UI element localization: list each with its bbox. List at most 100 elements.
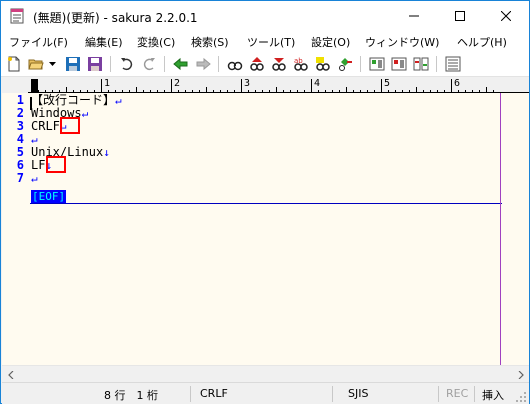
line-content: Unix/Linux [31, 145, 104, 159]
resize-grip-icon[interactable] [515, 391, 527, 403]
menu-convert[interactable]: 変換(C) [137, 34, 175, 50]
toolbar-separator [164, 56, 165, 72]
title-bar[interactable]: (無題)(更新) - sakura 2.2.0.1 [1, 1, 529, 31]
line-content: CRLF [31, 119, 60, 133]
ruler-label: 2 [174, 78, 181, 89]
horizontal-scrollbar[interactable] [2, 365, 529, 382]
line-number: 6 [16, 158, 24, 172]
line-content: 【改行コード】 [31, 93, 116, 107]
outline-button[interactable] [389, 54, 409, 74]
window-list-button[interactable] [443, 54, 463, 74]
status-rec: REC [446, 387, 469, 400]
ruler-ticks [28, 79, 529, 93]
save-icon [66, 57, 80, 71]
close-icon [501, 11, 511, 21]
line-number: 4 [16, 132, 24, 146]
jump-forward-button[interactable] [193, 54, 213, 74]
newline-mark: ↵ [81, 107, 89, 120]
menu-window[interactable]: ウィンドウ(W) [365, 34, 439, 50]
toolbar-separator [110, 56, 111, 72]
save-button[interactable] [63, 54, 83, 74]
line-number: 3 [16, 119, 24, 133]
jump-forward-icon [196, 57, 211, 71]
minimize-icon [409, 15, 419, 17]
redo-icon [143, 58, 155, 71]
grep-button[interactable] [335, 54, 355, 74]
newline-mark: ↵ [31, 172, 38, 185]
status-encoding: SJIS [348, 387, 369, 400]
menu-help[interactable]: ヘルプ(H) [457, 34, 507, 50]
tag-jump-button[interactable] [367, 54, 387, 74]
jump-back-button[interactable] [171, 54, 191, 74]
replace-button[interactable]: ab [291, 54, 311, 74]
ruler-label: 1 [104, 78, 111, 89]
mark-button[interactable] [313, 54, 333, 74]
scroll-left-button[interactable] [2, 366, 19, 383]
outline-icon [391, 57, 407, 71]
app-window: (無題)(更新) - sakura 2.2.0.1 ファイル(F) 編集(E) … [0, 0, 530, 404]
window-title: (無題)(更新) - sakura 2.2.0.1 [33, 11, 198, 25]
ruler-label: 6 [454, 78, 461, 89]
status-separator [438, 386, 439, 402]
line-number: 7 [16, 171, 24, 185]
compare-icon [413, 57, 429, 71]
toolbar: ab [1, 51, 529, 77]
undo-icon [121, 58, 133, 71]
scroll-right-button[interactable] [512, 366, 529, 383]
menu-tools[interactable]: ツール(T) [247, 34, 295, 50]
search-next-icon [272, 58, 286, 71]
toolbar-separator [360, 56, 361, 72]
compare-button[interactable] [411, 54, 431, 74]
vertical-scrollbar[interactable] [512, 93, 529, 365]
new-file-icon [8, 56, 20, 72]
ruler-cursor-marker [31, 79, 38, 92]
wrap-guide [500, 93, 501, 365]
menu-settings[interactable]: 設定(O) [311, 34, 350, 50]
grep-icon [339, 58, 352, 71]
search-next-button[interactable] [269, 54, 289, 74]
maximize-button[interactable] [437, 1, 483, 31]
search-icon [227, 61, 243, 71]
status-insert-mode: 挿入 [482, 389, 504, 402]
open-dropdown-button[interactable] [46, 54, 58, 74]
save-as-button[interactable] [85, 54, 105, 74]
close-button[interactable] [483, 1, 529, 31]
toolbar-separator [218, 56, 219, 72]
new-file-button[interactable] [4, 54, 24, 74]
editor-line: ↵ [31, 172, 38, 185]
ruler: 1 2 3 4 5 6 [2, 78, 529, 93]
chevron-right-icon [518, 370, 524, 379]
newline-mark: ↵ [115, 94, 122, 107]
status-separator [474, 386, 475, 402]
search-prev-button[interactable] [247, 54, 267, 74]
jump-back-icon [173, 57, 188, 71]
status-newline: CRLF [200, 387, 228, 400]
ruler-label: 3 [244, 78, 251, 89]
open-folder-icon [28, 59, 44, 70]
menu-file[interactable]: ファイル(F) [9, 34, 68, 50]
redo-button[interactable] [139, 54, 159, 74]
status-bar: 8 行 1 桁 CRLF SJIS REC 挿入 [2, 382, 529, 404]
dropdown-icon [48, 62, 56, 66]
app-icon [10, 8, 24, 24]
undo-button[interactable] [117, 54, 137, 74]
lf-highlight-box [46, 156, 66, 173]
open-file-button[interactable] [26, 54, 46, 74]
search-prev-icon [250, 57, 264, 71]
status-separator [190, 386, 191, 402]
ruler-label: 4 [314, 78, 321, 89]
ruler-label: 5 [384, 78, 391, 89]
status-position: 8 行 1 桁 [104, 389, 158, 402]
text-editor[interactable]: 1 【改行コード】↵ 2 Windows↵ 3 CRLF↵ 4 ↵ 5 Unix… [2, 93, 529, 365]
menu-edit[interactable]: 編集(E) [85, 34, 123, 50]
line-content: LF [31, 158, 46, 172]
tag-jump-icon [369, 57, 385, 71]
toolbar-separator [436, 56, 437, 72]
menu-search[interactable]: 検索(S) [191, 34, 229, 50]
minimize-button[interactable] [391, 1, 437, 31]
window-list-icon [445, 56, 461, 72]
search-button[interactable] [225, 54, 245, 74]
line-number: 5 [16, 145, 24, 159]
line-number: 1 [16, 93, 24, 107]
save-as-icon [88, 57, 102, 71]
